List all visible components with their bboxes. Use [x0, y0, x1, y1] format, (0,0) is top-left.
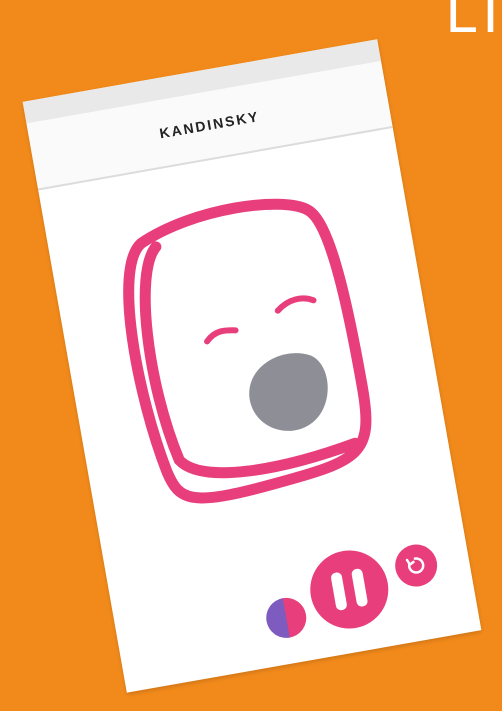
face-drawing	[123, 198, 372, 504]
drawing-canvas[interactable]	[38, 128, 462, 584]
background-text: LI	[445, 0, 502, 46]
phone-screen: KANDINSKY	[22, 39, 482, 693]
pause-button[interactable]	[304, 544, 395, 635]
face-outline	[123, 198, 372, 504]
reset-button[interactable]	[391, 541, 441, 590]
right-eye	[274, 295, 317, 314]
pause-icon	[350, 568, 369, 608]
refresh-icon	[405, 557, 425, 574]
left-eye	[204, 327, 239, 345]
pause-icon	[330, 571, 348, 611]
mouth	[249, 353, 328, 431]
color-swatch-button[interactable]	[263, 594, 310, 642]
app-title: KANDINSKY	[158, 108, 261, 142]
